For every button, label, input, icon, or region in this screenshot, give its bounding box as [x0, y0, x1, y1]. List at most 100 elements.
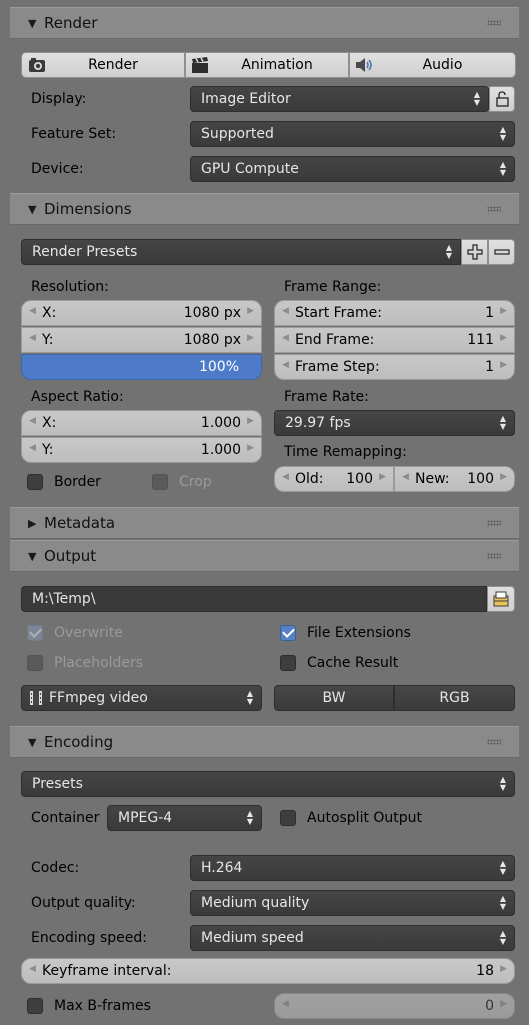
browse-folder-button[interactable] — [487, 586, 515, 612]
resolution-y-field[interactable]: ◀ Y: 1080 px ▶ — [21, 327, 262, 353]
border-checkbox[interactable] — [27, 474, 43, 490]
drag-grip-icon[interactable] — [487, 553, 501, 559]
decrement-arrow-icon[interactable]: ◀ — [29, 443, 36, 453]
decrement-arrow-icon[interactable]: ◀ — [29, 306, 36, 316]
frame-step-field[interactable]: ◀ Frame Step: 1 ▶ — [274, 354, 515, 380]
decrement-arrow-icon[interactable]: ◀ — [282, 333, 289, 343]
metadata-panel-header[interactable]: ▶ Metadata — [10, 507, 519, 539]
color-mode-bw-button[interactable]: BW — [274, 685, 394, 711]
max-bframes-checkbox[interactable] — [27, 998, 43, 1014]
end-frame-field[interactable]: ◀ End Frame: 111 ▶ — [274, 327, 515, 353]
autosplit-checkbox[interactable] — [280, 810, 296, 826]
increment-arrow-icon[interactable]: ▶ — [247, 443, 254, 453]
decrement-arrow-icon[interactable]: ◀ — [282, 472, 289, 482]
render-still-button[interactable]: Render — [21, 52, 185, 78]
increment-arrow-icon[interactable]: ▶ — [500, 472, 507, 482]
increment-arrow-icon[interactable]: ▶ — [247, 306, 254, 316]
time-remapping-label: Time Remapping: — [284, 444, 407, 460]
increment-arrow-icon[interactable]: ▶ — [247, 416, 254, 426]
device-label: Device: — [31, 161, 84, 177]
increment-arrow-icon[interactable]: ▶ — [247, 333, 254, 343]
encoding-speed-label: Encoding speed: — [31, 930, 147, 946]
updown-arrow-icon: ▲ ▼ — [499, 929, 507, 946]
drag-grip-icon[interactable] — [487, 520, 501, 526]
drag-grip-icon[interactable] — [487, 20, 501, 26]
aspect-x-field[interactable]: ◀ X: 1.000 ▶ — [21, 410, 262, 436]
device-dropdown[interactable]: GPU Compute ▲ ▼ — [190, 156, 515, 182]
encoding-panel-header[interactable]: ▼ Encoding — [10, 726, 519, 758]
decrement-arrow-icon[interactable]: ◀ — [282, 306, 289, 316]
dimensions-panel-header[interactable]: ▼ Dimensions — [10, 193, 519, 225]
placeholders-checkbox[interactable] — [27, 655, 43, 671]
output-path-field[interactable]: M:\Temp\ — [21, 586, 487, 612]
add-preset-button[interactable] — [461, 239, 488, 265]
drag-grip-icon[interactable] — [487, 206, 501, 212]
time-remap-new-field[interactable]: ◀ New: 100 ▶ — [394, 466, 515, 492]
encoding-presets-dropdown[interactable]: Presets ▲ ▼ — [21, 771, 515, 797]
cache-result-checkbox[interactable] — [280, 655, 296, 671]
updown-arrow-icon: ▲ ▼ — [499, 775, 507, 792]
increment-arrow-icon[interactable]: ▶ — [500, 333, 507, 343]
color-mode-rgb-button[interactable]: RGB — [394, 685, 515, 711]
output-quality-label: Output quality: — [31, 895, 136, 911]
unlocked-icon — [496, 91, 509, 107]
frame-rate-label: Frame Rate: — [284, 389, 369, 405]
placeholders-label: Placeholders — [54, 655, 144, 671]
resolution-x-field[interactable]: ◀ X: 1080 px ▶ — [21, 300, 262, 326]
resolution-label: Resolution: — [31, 279, 109, 295]
render-presets-dropdown[interactable]: Render Presets ▲ ▼ — [21, 239, 461, 265]
container-dropdown[interactable]: MPEG-4 ▲ ▼ — [107, 805, 262, 831]
updown-arrow-icon: ▲ ▼ — [499, 125, 507, 142]
feature-set-label: Feature Set: — [31, 126, 117, 142]
increment-arrow-icon[interactable]: ▶ — [500, 999, 507, 1009]
increment-arrow-icon[interactable]: ▶ — [379, 472, 386, 482]
overwrite-checkbox[interactable] — [27, 625, 43, 641]
display-label: Display: — [31, 91, 87, 107]
collapsed-triangle-icon: ▶ — [28, 516, 37, 530]
expanded-triangle-icon: ▼ — [28, 202, 37, 216]
render-panel-header[interactable]: ▼ Render — [10, 7, 519, 39]
render-audio-button[interactable]: Audio — [349, 52, 516, 78]
resolution-percentage-slider[interactable]: 100% — [21, 354, 262, 380]
expanded-triangle-icon: ▼ — [28, 549, 37, 563]
decrement-arrow-icon[interactable]: ◀ — [402, 472, 409, 482]
decrement-arrow-icon[interactable]: ◀ — [29, 416, 36, 426]
encoding-speed-dropdown[interactable]: Medium speed ▲ ▼ — [190, 925, 515, 951]
remove-preset-button[interactable] — [488, 239, 515, 265]
output-quality-dropdown[interactable]: Medium quality ▲ ▼ — [190, 890, 515, 916]
increment-arrow-icon[interactable]: ▶ — [500, 306, 507, 316]
decrement-arrow-icon[interactable]: ◀ — [282, 999, 289, 1009]
frame-rate-dropdown[interactable]: 29.97 fps ▲ ▼ — [274, 410, 515, 436]
updown-arrow-icon: ▲ ▼ — [499, 894, 507, 911]
codec-dropdown[interactable]: H.264 ▲ ▼ — [190, 855, 515, 881]
panel-title: Metadata — [44, 514, 116, 532]
render-animation-button[interactable]: Animation — [185, 52, 349, 78]
max-bframes-field[interactable]: ◀ 0 ▶ — [274, 993, 515, 1019]
time-remap-old-field[interactable]: ◀ Old: 100 ▶ — [274, 466, 394, 492]
aspect-y-field[interactable]: ◀ Y: 1.000 ▶ — [21, 437, 262, 463]
feature-set-dropdown[interactable]: Supported ▲ ▼ — [190, 121, 515, 147]
drag-grip-icon[interactable] — [487, 739, 501, 745]
decrement-arrow-icon[interactable]: ◀ — [29, 964, 36, 974]
speaker-icon — [356, 58, 372, 72]
crop-checkbox[interactable] — [152, 474, 168, 490]
keyframe-interval-field[interactable]: ◀ Keyframe interval: 18 ▶ — [21, 958, 515, 984]
increment-arrow-icon[interactable]: ▶ — [500, 360, 507, 370]
lock-interface-button[interactable] — [489, 86, 515, 112]
crop-label: Crop — [179, 474, 212, 490]
clapperboard-icon — [192, 57, 208, 73]
increment-arrow-icon[interactable]: ▶ — [500, 964, 507, 974]
display-dropdown[interactable]: Image Editor ▲ ▼ — [190, 86, 489, 112]
max-bframes-label: Max B-frames — [54, 998, 151, 1014]
file-extensions-checkbox[interactable] — [280, 625, 296, 641]
expanded-triangle-icon: ▼ — [28, 16, 37, 30]
output-panel-header[interactable]: ▼ Output — [10, 540, 519, 572]
decrement-arrow-icon[interactable]: ◀ — [29, 333, 36, 343]
start-frame-field[interactable]: ◀ Start Frame: 1 ▶ — [274, 300, 515, 326]
file-format-dropdown[interactable]: FFmpeg video ▲ ▼ — [21, 685, 262, 711]
updown-arrow-icon: ▲ ▼ — [246, 809, 254, 826]
decrement-arrow-icon[interactable]: ◀ — [282, 360, 289, 370]
plus-icon — [466, 244, 483, 260]
file-browser-icon — [493, 591, 509, 607]
camera-icon — [29, 58, 45, 72]
